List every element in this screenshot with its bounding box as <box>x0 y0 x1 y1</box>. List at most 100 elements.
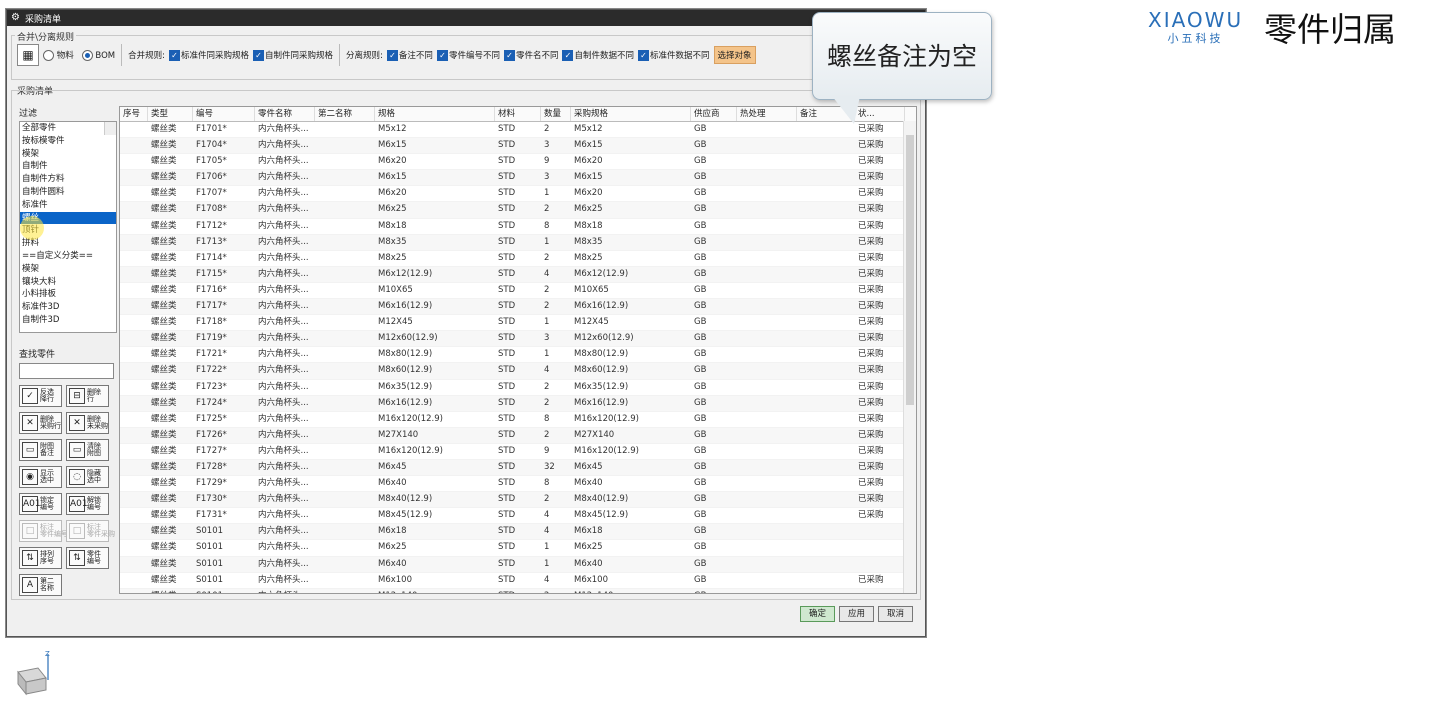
merge-option-standard[interactable]: ✓ 标准件同采购规格 <box>169 49 249 61</box>
table-cell: 螺丝类 <box>151 204 177 215</box>
table-row[interactable]: 螺丝类 S0101 内六角杯头... M6x18 STD 4 M6x18 GB <box>120 524 916 541</box>
tool-button[interactable]: A01 锁定 编号 <box>19 493 62 515</box>
table-row[interactable]: 螺丝类 F1723* 内六角杯头... M6x35(12.9) STD 2 M6x35(12… <box>120 380 916 396</box>
tool-button[interactable]: ✕ 删除 采购行 <box>19 412 62 434</box>
filter-scrollbar[interactable] <box>104 122 116 135</box>
table-cell <box>737 492 797 507</box>
table-row[interactable]: 螺丝类 F1718* 内六角杯头... M12X45 STD 1 M12X45 GB 已采购 <box>120 315 916 332</box>
filter-item[interactable]: 标准件3D <box>20 301 116 314</box>
column-header[interactable]: 材料 <box>495 107 541 121</box>
table-row[interactable]: 螺丝类 F1717* 内六角杯头... M6x16(12.9) STD 2 M6x16(12… <box>120 299 916 316</box>
column-header[interactable]: 热处理 <box>737 107 797 121</box>
table-row[interactable]: 螺丝类 F1721* 内六角杯头... M8x80(12.9) STD 1 M8x80(12… <box>120 347 916 364</box>
tool-button[interactable]: ⊟ 删除 行 <box>66 385 109 407</box>
column-header[interactable]: 状... <box>855 107 905 121</box>
filter-item[interactable]: ==自定义分类== <box>20 250 116 263</box>
tool-button[interactable]: ✓ 反选 降行 <box>19 385 62 407</box>
table-row[interactable]: 螺丝类 F1715* 内六角杯头... M6x12(12.9) STD 4 M6x12(12… <box>120 266 916 283</box>
tool-button[interactable]: A 第二 名称 <box>19 574 62 596</box>
column-header[interactable]: 零件名称 <box>255 107 315 121</box>
table-row[interactable]: 螺丝类 F1728* 内六角杯头... M6x45 STD 32 M6x45 GB 已采购 <box>120 459 916 477</box>
table-view-button[interactable]: ▦ <box>17 44 39 66</box>
tool-button[interactable]: ▭ 附图 备注 <box>19 439 62 461</box>
filter-item[interactable]: 标准件 <box>20 199 116 212</box>
split-option-remark[interactable]: ✓ 备注不同 <box>386 49 433 61</box>
table-cell <box>120 315 148 330</box>
apply-button[interactable]: 应用 <box>838 606 874 622</box>
table-cell: M10X65 <box>574 284 609 295</box>
tool-button[interactable]: ◉ 显示 选中 <box>19 466 62 488</box>
table-row[interactable]: 螺丝类S0101内六角杯头...M12x140STD2M12x140GB <box>120 588 916 593</box>
filter-item[interactable]: 自制件方料 <box>20 173 116 186</box>
tool-button[interactable]: ⇅ 排列 序号 <box>19 547 62 569</box>
tool-button[interactable]: ⇅ 零件 编号 <box>66 547 109 569</box>
tool-button[interactable]: A01 解锁 编号 <box>66 493 109 515</box>
column-header[interactable]: 类型 <box>148 107 193 121</box>
select-object-button[interactable]: 选择对象 <box>713 46 756 64</box>
table-cell: F1723* <box>196 381 227 392</box>
table-row[interactable]: 螺丝类 F1725* 内六角杯头... M16x120(12.9) STD 8 M16x12… <box>120 412 916 428</box>
filter-item[interactable]: 按标模零件 <box>20 135 116 148</box>
column-header[interactable]: 数量 <box>541 107 571 121</box>
table-row[interactable]: 螺丝类 F1719* 内六角杯头... M12x60(12.9) STD 3 M12x60(… <box>120 331 916 348</box>
filter-item[interactable]: 镶块大料 <box>20 276 116 289</box>
table-row[interactable]: 螺丝类 F1731* 内六角杯头... M8x45(12.9) STD 4 M8x45(12… <box>120 508 916 525</box>
table-row[interactable]: 螺丝类 F1726* 内六角杯头... M27X140 STD 2 M27X140 GB 已采购 <box>120 427 916 444</box>
table-row[interactable]: 螺丝类 F1716* 内六角杯头... M10X65 STD 2 M10X65 GB 已采购 <box>120 283 916 300</box>
table-row[interactable]: 螺丝类 F1706* 内六角杯头... M6x15 STD 3 M6x15 GB 已采购 <box>120 170 916 187</box>
column-header[interactable]: 规格 <box>375 107 495 121</box>
table-row[interactable]: 螺丝类 S0101 内六角杯头... M6x100 STD 4 M6x100 GB 已采购 <box>120 573 916 589</box>
table-row[interactable]: 螺丝类 F1713* 内六角杯头... M8x35 STD 1 M8x35 GB 已采购 <box>120 234 916 251</box>
table-row[interactable]: 螺丝类 S0101 内六角杯头... M6x25 STD 1 M6x25 GB <box>120 540 916 557</box>
column-header[interactable]: 编号 <box>193 107 255 121</box>
table-row[interactable]: 螺丝类 F1724* 内六角杯头... M6x16(12.9) STD 2 M6x16(12… <box>120 395 916 412</box>
grid-icon: ▦ <box>22 48 34 62</box>
radio-material[interactable]: 物料 <box>43 49 74 61</box>
column-header[interactable]: 第二名称 <box>315 107 375 121</box>
table-cell: M6x15 <box>574 140 603 151</box>
table-row[interactable]: 螺丝类 F1701* 内六角杯头... M5x12 STD 2 M5x12 GB 已采购 <box>120 122 916 139</box>
cancel-button[interactable]: 取消 <box>877 606 913 622</box>
split-option-standard-data[interactable]: ✓ 标准件数据不同 <box>637 49 710 61</box>
table-row[interactable]: 螺丝类 F1730* 内六角杯头... M8x40(12.9) STD 2 M8x40(12… <box>120 492 916 509</box>
radio-bom[interactable]: BOM <box>81 49 115 61</box>
table-row[interactable]: 螺丝类 F1714* 内六角杯头... M8x25 STD 2 M8x25 GB 已采购 <box>120 251 916 267</box>
table-row[interactable]: 螺丝类 F1729* 内六角杯头... M6x40 STD 8 M6x40 GB 已采购 <box>120 476 916 493</box>
split-option-custom-data[interactable]: ✓ 自制件数据不同 <box>562 49 634 61</box>
filter-item[interactable]: 自制件3D <box>20 314 116 327</box>
filter-item[interactable]: 模架 <box>20 263 116 276</box>
filter-item[interactable]: 全部零件 <box>20 122 116 135</box>
table-cell: GB <box>694 510 707 521</box>
table-cell: 螺丝类 <box>151 284 177 295</box>
tool-button[interactable]: ▭ 清除 附图 <box>66 439 109 461</box>
filter-item[interactable]: 自制件圆料 <box>20 186 116 199</box>
table-row[interactable]: 螺丝类 F1707* 内六角杯头... M6x20 STD 1 M6x20 GB 已采购 <box>120 186 916 203</box>
split-option-partno[interactable]: ✓ 零件编号不同 <box>436 49 500 61</box>
search-part-input[interactable] <box>19 363 114 379</box>
table-cell: 已采购 <box>858 413 884 424</box>
filter-item[interactable]: 模架 <box>20 148 116 161</box>
table-row[interactable]: 螺丝类 S0101 内六角杯头... M6x40 STD 1 M6x40 GB <box>120 556 916 573</box>
tool-button[interactable]: □ 标注 零件采购 <box>66 520 115 542</box>
column-header[interactable]: 采购规格 <box>571 107 691 121</box>
filter-item[interactable]: 自制件 <box>20 160 116 173</box>
table-cell <box>737 589 797 593</box>
split-option-partname[interactable]: ✓ 零件名不同 <box>503 49 558 61</box>
tool-button[interactable]: □ 标注 零件编号 <box>19 520 68 542</box>
table-cell: GB <box>691 589 737 593</box>
filter-item[interactable]: 小料排板 <box>20 288 116 301</box>
ok-button[interactable]: 确定 <box>799 606 835 622</box>
table-row[interactable]: 螺丝类 F1722* 内六角杯头... M8x60(12.9) STD 4 M8x60(12… <box>120 363 916 380</box>
tool-button[interactable]: ✕ 删除 未采购 <box>66 412 109 434</box>
table-row[interactable]: 螺丝类 F1704* 内六角杯头... M6x15 STD 3 M6x15 GB 已采购 <box>120 138 916 155</box>
merge-option-custom[interactable]: ✓ 自制件同采购规格 <box>253 49 333 61</box>
table-row[interactable]: 螺丝类 F1727* 内六角杯头... M16x120(12.9) STD 9 M16x12… <box>120 444 916 460</box>
table-scrollbar[interactable] <box>903 121 916 593</box>
table-row[interactable]: 螺丝类 F1712* 内六角杯头... M8x18 STD 8 M8x18 GB 已采购 <box>120 219 916 235</box>
table-cell: 2 <box>544 381 550 392</box>
table-row[interactable]: 螺丝类 F1708* 内六角杯头... M6x25 STD 2 M6x25 GB 已采购 <box>120 202 916 219</box>
tool-button[interactable]: ◌ 隐藏 选中 <box>66 466 109 488</box>
column-header[interactable]: 供应商 <box>691 107 737 121</box>
table-row[interactable]: 螺丝类 F1705* 内六角杯头... M6x20 STD 9 M6x20 GB 已采购 <box>120 154 916 171</box>
column-header[interactable]: 序号 <box>120 107 148 121</box>
